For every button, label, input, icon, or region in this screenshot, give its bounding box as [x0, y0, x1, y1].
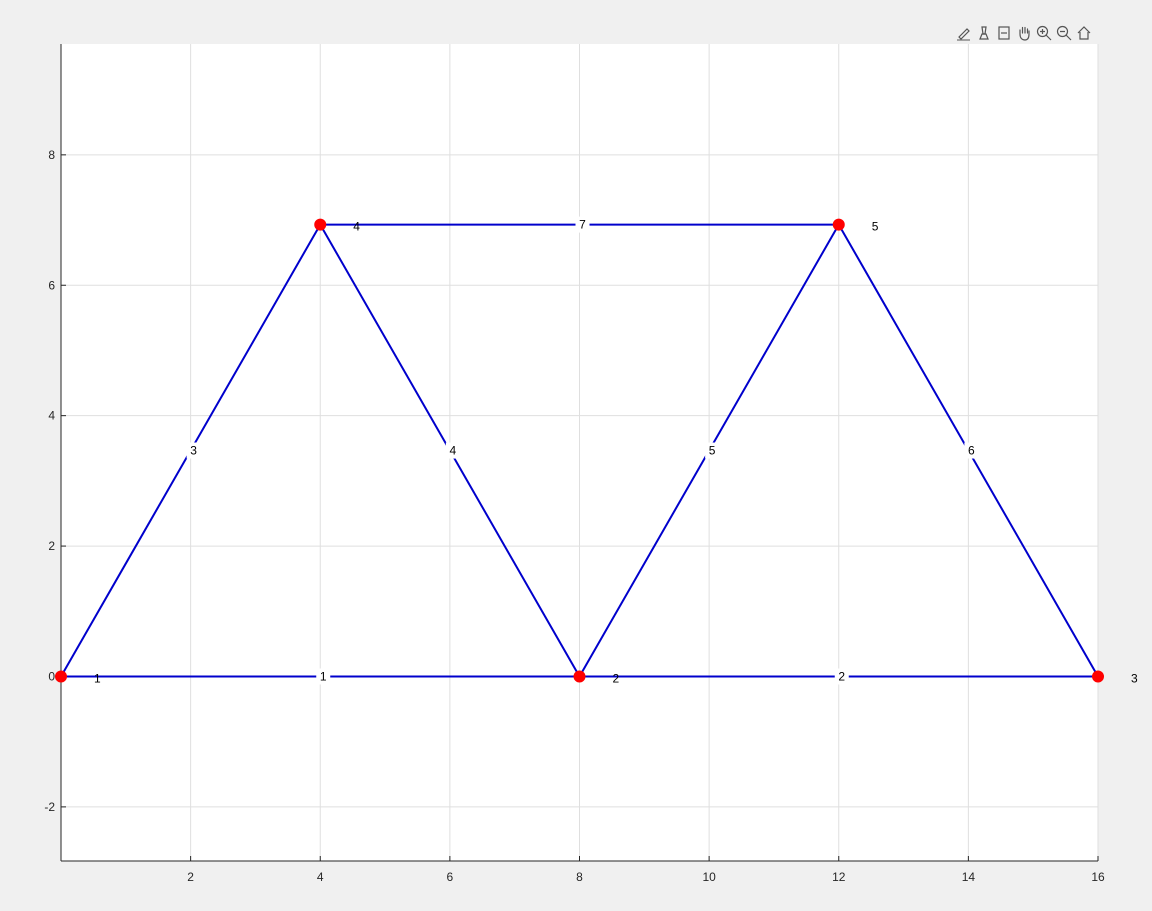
y-tick-label: 0	[48, 669, 55, 683]
truss-node	[314, 218, 327, 231]
x-tick-label: 14	[962, 870, 976, 884]
node-label: 2	[613, 671, 620, 685]
element-label: 4	[450, 444, 457, 458]
truss-node	[573, 670, 586, 683]
x-tick-label: 4	[317, 870, 324, 884]
pan-button[interactable]	[1015, 23, 1033, 43]
y-tick-label: 6	[48, 278, 55, 292]
data-tips-button[interactable]	[955, 23, 973, 43]
brush-icon	[979, 26, 989, 40]
element-label: 2	[838, 669, 845, 683]
element-label: 3	[190, 444, 197, 458]
figure-window: 2 4 6 8 10 12 14 16 -2 0 2 4 6 8 1234567 12345	[0, 0, 1152, 911]
data-tips-icon	[957, 28, 970, 41]
pan-hand-icon	[1019, 26, 1030, 41]
x-tick-label: 16	[1091, 870, 1105, 884]
node-label: 1	[94, 671, 101, 685]
node-label: 4	[353, 220, 360, 234]
node-label: 3	[1131, 671, 1138, 685]
truss-node	[55, 670, 67, 683]
element-label: 5	[709, 444, 716, 458]
x-tick-label: 8	[576, 870, 583, 884]
home-icon	[1077, 26, 1091, 40]
element-label: 7	[579, 218, 586, 232]
x-tick-label: 2	[187, 870, 194, 884]
x-tick-label: 10	[702, 870, 716, 884]
y-tick-label: -2	[44, 800, 55, 814]
restore-view-icon	[998, 26, 1010, 40]
y-tick-label: 2	[48, 539, 55, 553]
home-button[interactable]	[1075, 23, 1093, 43]
truss-plot: 2 4 6 8 10 12 14 16-202468 1 23 4 5 67 1 2 34 5	[44, 44, 1138, 884]
truss-node	[1092, 670, 1104, 683]
axes-toolbar	[955, 22, 1093, 44]
restore-view-button[interactable]	[995, 23, 1013, 43]
zoom-out-icon	[1056, 25, 1072, 41]
zoom-out-button[interactable]	[1055, 23, 1073, 43]
y-tick-label: 4	[48, 409, 55, 423]
zoom-in-button[interactable]	[1035, 23, 1053, 43]
node-label: 5	[872, 220, 879, 234]
element-label: 6	[968, 444, 975, 458]
truss-node	[832, 218, 845, 231]
y-tick-label: 8	[48, 148, 55, 162]
zoom-in-icon	[1036, 25, 1052, 41]
x-tick-label: 12	[832, 870, 846, 884]
brush-button[interactable]	[975, 23, 993, 43]
x-tick-label: 6	[447, 870, 454, 884]
element-label: 1	[320, 669, 327, 683]
